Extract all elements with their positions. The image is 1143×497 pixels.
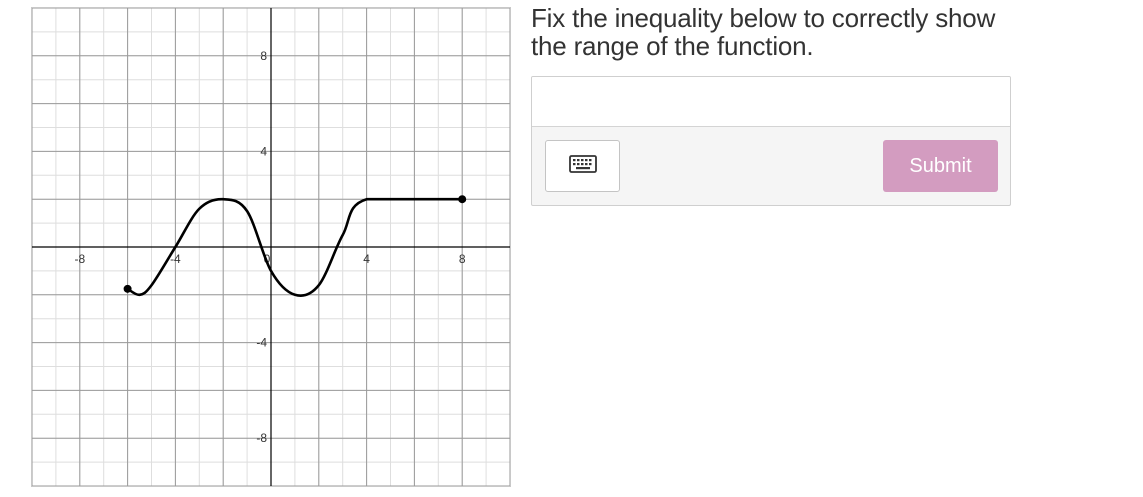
endpoint-dot [123, 284, 132, 293]
submit-button[interactable]: Submit [883, 140, 998, 192]
keyboard-icon [568, 154, 597, 178]
endpoint-dot [458, 195, 467, 204]
function-graph: -8 -4 0 4 8 8 4 -4 -8 [31, 7, 511, 487]
x-tick-label: 8 [459, 252, 466, 266]
y-tick-label: 8 [260, 49, 267, 63]
keyboard-button[interactable] [545, 140, 620, 192]
question-prompt: Fix the inequality below to correctly sh… [531, 3, 996, 61]
graph-canvas: -8 -4 0 4 884-4-8 [32, 8, 510, 486]
y-tick-label: -8 [256, 431, 267, 445]
x-tick-label: 4 [363, 252, 370, 266]
x-tick-label: -8 [74, 252, 85, 266]
y-tick-label: -4 [256, 336, 267, 350]
answer-panel: Submit [531, 76, 1011, 206]
inequality-input[interactable] [532, 77, 1010, 127]
y-tick-label: 4 [260, 144, 267, 158]
